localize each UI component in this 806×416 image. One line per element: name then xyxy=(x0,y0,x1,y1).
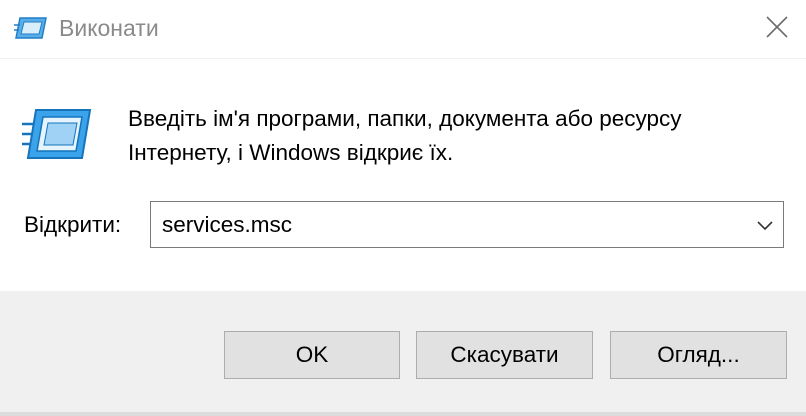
title-bar[interactable]: Виконати xyxy=(0,0,806,58)
close-icon xyxy=(766,16,788,38)
open-combobox[interactable]: services.msc xyxy=(150,201,784,248)
dropdown-button[interactable] xyxy=(747,202,783,247)
instruction-text: Введіть ім'я програми, папки, документа … xyxy=(128,106,682,165)
title-divider xyxy=(0,58,806,59)
run-dialog: Виконати Введіть ім'я програми, папки, д… xyxy=(0,0,806,416)
browse-button[interactable]: Огляд... xyxy=(610,331,787,379)
run-icon xyxy=(22,109,92,159)
open-input[interactable]: services.msc xyxy=(162,210,292,240)
window-title: Виконати xyxy=(59,15,159,41)
run-icon xyxy=(14,17,47,39)
close-button[interactable] xyxy=(748,0,806,54)
bottom-edge xyxy=(0,412,806,416)
chevron-down-icon xyxy=(757,220,773,230)
ok-button[interactable]: OK xyxy=(224,331,400,379)
cancel-button[interactable]: Скасувати xyxy=(416,331,593,379)
open-label: Відкрити: xyxy=(24,212,122,237)
